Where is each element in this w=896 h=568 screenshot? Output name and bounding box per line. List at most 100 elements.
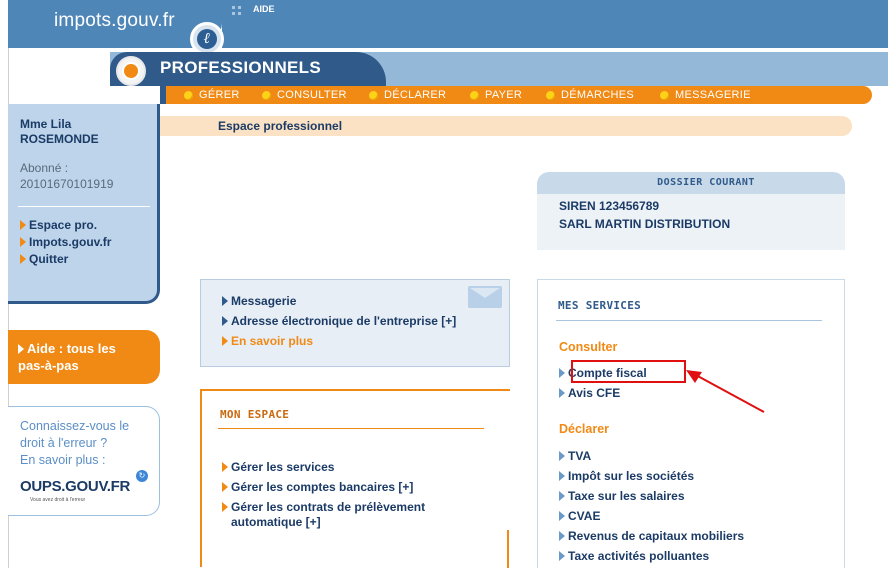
gerer-comptes-bancaires-link[interactable]: Gérer les comptes bancaires [+] <box>222 480 413 495</box>
divider <box>18 206 150 207</box>
chevron-right-icon <box>20 220 26 230</box>
link-label: Taxe activités polluantes <box>568 549 710 563</box>
messagerie-link[interactable]: Messagerie <box>222 294 296 308</box>
menu-bullet-icon <box>546 90 555 100</box>
taxe-salaires-link[interactable]: Taxe sur les salaires <box>559 489 685 503</box>
highlight-box <box>571 360 686 383</box>
breadcrumb-label: Espace professionnel <box>218 119 343 133</box>
taxe-activites-polluantes-link[interactable]: Taxe activités polluantes <box>559 549 709 563</box>
sidebar-item-label: Quitter <box>29 252 69 266</box>
aide-line1: Aide : tous les <box>27 341 116 356</box>
link-label: Messagerie <box>231 294 297 308</box>
chevron-right-icon <box>222 502 228 512</box>
declarer-heading: Déclarer <box>559 422 610 436</box>
mon-espace-edge <box>507 530 509 568</box>
menu-bullet-icon <box>369 90 378 100</box>
consulter-heading: Consulter <box>559 340 618 354</box>
revenus-capitaux-link[interactable]: Revenus de capitaux mobiliers <box>559 529 744 543</box>
menu-label: PAYER <box>485 89 523 101</box>
aide-line2: pas-à-pas <box>18 358 79 373</box>
oups-line2: droit à l'erreur ? <box>20 436 108 450</box>
menu-item-demarches[interactable]: DÉMARCHES <box>546 88 634 102</box>
impot-societes-link[interactable]: Impôt sur les sociétés <box>559 469 694 483</box>
sidebar-item-quitter[interactable]: Quitter <box>20 252 68 266</box>
sidebar-item-espace-pro[interactable]: Espace pro. <box>20 218 97 232</box>
chevron-right-icon <box>222 296 228 306</box>
user-name-line1: Mme Lila <box>20 117 72 131</box>
site-logo-icon[interactable]: ℓ <box>190 22 224 56</box>
chevron-right-icon <box>18 343 24 354</box>
link-label: Gérer les comptes bancaires [+] <box>231 480 414 494</box>
link-label: Revenus de capitaux mobiliers <box>568 529 745 543</box>
mes-services-title: MES SERVICES <box>558 299 642 312</box>
tva-link[interactable]: TVA <box>559 449 591 463</box>
section-title: PROFESSIONNELS <box>160 58 322 77</box>
menu-item-consulter[interactable]: CONSULTER <box>262 88 347 102</box>
gerer-contrats-prelevement-link[interactable]: Gérer les contrats de prélèvement automat… <box>222 500 425 530</box>
sidebar-item-label: Impots.gouv.fr <box>29 235 112 249</box>
avis-cfe-link[interactable]: Avis CFE <box>559 386 620 400</box>
link-label: automatique [+] <box>231 515 321 529</box>
subscriber-label: Abonné : <box>20 161 69 175</box>
chevron-right-icon <box>559 511 565 521</box>
sidebar-item-impots[interactable]: Impots.gouv.fr <box>20 235 111 249</box>
oups-logo[interactable]: OUPS.GOUV.FR <box>20 478 130 495</box>
refresh-icon: ↻ <box>136 470 148 482</box>
oups-tagline: Vous avez droit à l'erreur <box>30 497 86 503</box>
user-name: Mme Lila ROSEMONDE <box>20 117 99 147</box>
chevron-right-icon <box>222 482 228 492</box>
dots-decoration-icon <box>232 6 246 20</box>
chevron-right-icon <box>222 462 228 472</box>
link-label: Gérer les services <box>231 460 335 474</box>
chevron-right-icon <box>20 237 26 247</box>
menu-label: DÉMARCHES <box>561 89 634 101</box>
menu-item-declarer[interactable]: DÉCLARER <box>369 88 446 102</box>
subscriber-number: 20101670101919 <box>20 177 114 191</box>
chevron-right-icon <box>559 451 565 461</box>
menu-item-messagerie[interactable]: MESSAGERIE <box>660 88 751 102</box>
logo-glyph: ℓ <box>197 29 217 49</box>
dossier-title: DOSSIER COURANT <box>657 177 755 188</box>
gerer-services-link[interactable]: Gérer les services <box>222 460 334 475</box>
en-savoir-plus-link[interactable]: En savoir plus <box>222 334 313 348</box>
chevron-right-icon <box>559 531 565 541</box>
chevron-right-icon <box>222 316 228 326</box>
link-label: Impôt sur les sociétés <box>568 469 695 483</box>
sidebar-item-label: Espace pro. <box>29 218 98 232</box>
chevron-right-icon <box>559 551 565 561</box>
siren-value: SIREN 123456789 <box>559 199 660 213</box>
menu-label: CONSULTER <box>277 89 347 101</box>
chevron-right-icon <box>559 388 565 398</box>
menu-item-payer[interactable]: PAYER <box>470 88 522 102</box>
link-label: TVA <box>568 449 592 463</box>
chevron-right-icon <box>559 471 565 481</box>
section-bullet-icon <box>116 56 146 86</box>
oups-line3: En savoir plus : <box>20 453 106 467</box>
envelope-icon <box>468 286 502 308</box>
oups-text: Connaissez-vous le droit à l'erreur ? En… <box>20 418 129 469</box>
chevron-right-icon <box>222 336 228 346</box>
chevron-right-icon <box>559 368 565 378</box>
top-banner <box>222 0 888 48</box>
link-label: Adresse électronique de l'entreprise [+] <box>231 314 457 328</box>
chevron-right-icon <box>20 254 26 264</box>
menu-edge <box>160 86 166 104</box>
cvae-link[interactable]: CVAE <box>559 509 600 523</box>
menu-bullet-icon <box>660 90 669 100</box>
link-label: Taxe sur les salaires <box>568 489 685 503</box>
annotation-arrow-icon <box>686 370 765 413</box>
menu-bullet-icon <box>470 90 479 100</box>
menu-item-gerer[interactable]: GÉRER <box>184 88 240 102</box>
link-label: En savoir plus <box>231 334 314 348</box>
menu-label: MESSAGERIE <box>675 89 751 101</box>
chevron-right-icon <box>559 491 565 501</box>
user-name-line2: ROSEMONDE <box>20 132 99 146</box>
aide-pas-a-pas-label[interactable]: Aide : tous les pas-à-pas <box>18 340 116 374</box>
mon-espace-title: MON ESPACE <box>220 408 290 421</box>
divider <box>556 320 822 321</box>
divider <box>218 428 484 429</box>
site-logo-text[interactable]: impots.gouv.fr <box>54 10 175 32</box>
adresse-electronique-link[interactable]: Adresse électronique de l'entreprise [+] <box>222 314 456 328</box>
aide-link[interactable]: AIDE <box>253 4 275 14</box>
menu-label: DÉCLARER <box>384 89 447 101</box>
